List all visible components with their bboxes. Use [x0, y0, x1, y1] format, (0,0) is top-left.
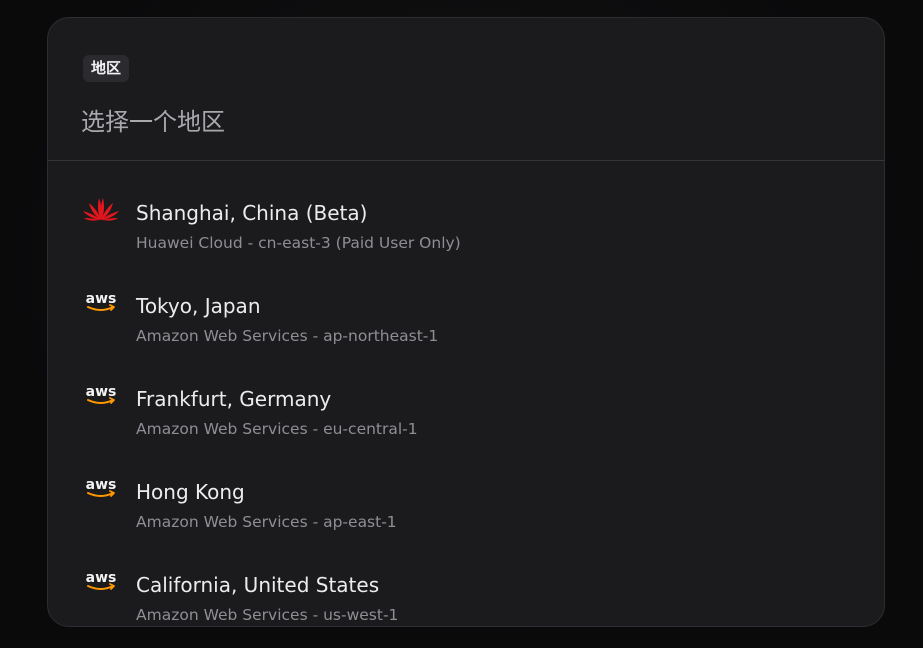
svg-text:aws: aws — [86, 477, 117, 493]
region-search-input[interactable] — [81, 102, 841, 142]
region-subtitle: Huawei Cloud - cn-east-3 (Paid User Only… — [136, 234, 461, 252]
region-item-california[interactable]: aws California, United States Amazon Web… — [48, 533, 884, 626]
aws-logo-icon: aws — [82, 286, 120, 318]
region-tag: 地区 — [83, 55, 130, 82]
aws-logo-icon: aws — [82, 472, 120, 504]
region-subtitle: Amazon Web Services - ap-northeast-1 — [136, 327, 439, 345]
dialog-header: 地区 — [48, 18, 884, 161]
svg-text:aws: aws — [86, 384, 117, 400]
huawei-logo-icon — [82, 193, 120, 225]
region-item-shanghai[interactable]: Shanghai, China (Beta) Huawei Cloud - cn… — [48, 161, 884, 254]
aws-logo-icon: aws — [82, 379, 120, 411]
region-picker-dialog: 地区 Shanghai, — [47, 17, 885, 627]
region-title: Tokyo, Japan — [136, 294, 261, 318]
region-title: Hong Kong — [136, 480, 245, 504]
region-title: Shanghai, China (Beta) — [136, 201, 368, 225]
svg-text:aws: aws — [86, 291, 117, 307]
region-subtitle: Amazon Web Services - ap-east-1 — [136, 513, 397, 531]
region-item-frankfurt[interactable]: aws Frankfurt, Germany Amazon Web Servic… — [48, 347, 884, 440]
region-title: Frankfurt, Germany — [136, 387, 332, 411]
aws-logo-icon: aws — [82, 565, 120, 597]
region-title: California, United States — [136, 573, 380, 597]
region-subtitle: Amazon Web Services - us-west-1 — [136, 606, 399, 624]
svg-text:aws: aws — [86, 570, 117, 586]
region-item-hong-kong[interactable]: aws Hong Kong Amazon Web Services - ap-e… — [48, 440, 884, 533]
region-subtitle: Amazon Web Services - eu-central-1 — [136, 420, 418, 438]
region-item-tokyo[interactable]: aws Tokyo, Japan Amazon Web Services - a… — [48, 254, 884, 347]
